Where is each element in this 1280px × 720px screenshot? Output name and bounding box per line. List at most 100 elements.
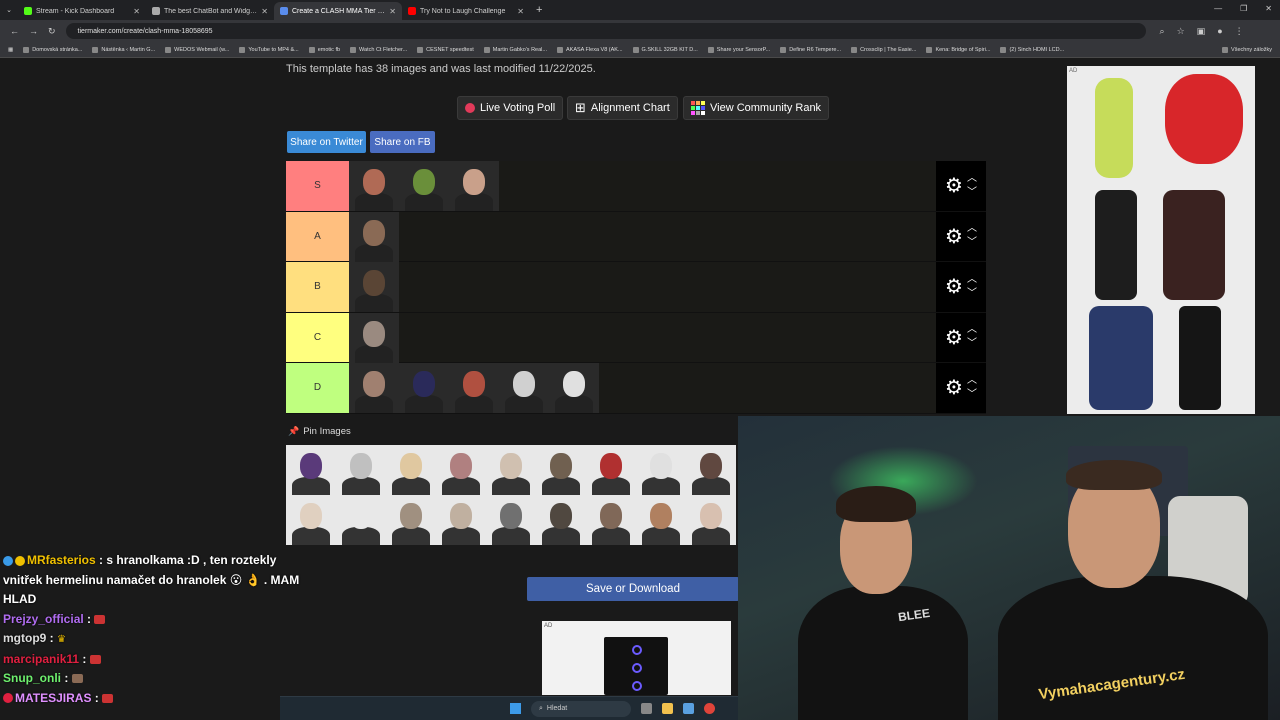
- chevron-up-icon[interactable]: ︿: [967, 375, 977, 386]
- fighter-image[interactable]: [386, 445, 436, 495]
- gear-icon[interactable]: ⚙: [945, 224, 963, 249]
- windows-start-icon[interactable]: [510, 703, 521, 714]
- bookmark[interactable]: Crossclip | The Easie...: [851, 46, 916, 53]
- bookmark[interactable]: Domovská stránka...: [23, 46, 82, 53]
- url-field[interactable]: tiermaker.com/create/clash-mma-18058695: [65, 23, 1146, 39]
- star-icon[interactable]: ☆: [1177, 26, 1185, 37]
- tier-items[interactable]: [349, 312, 936, 363]
- save-download-button[interactable]: Save or Download: [527, 577, 739, 601]
- tab-chatbot[interactable]: The best ChatBot and Widgets ✕: [146, 2, 274, 20]
- profile-icon[interactable]: ●: [1217, 26, 1222, 37]
- tier-label[interactable]: C: [286, 312, 349, 362]
- bookmark[interactable]: Kena: Bridge of Spiri...: [926, 46, 990, 53]
- chevron-down-icon[interactable]: ﹀: [967, 288, 977, 299]
- tier-label[interactable]: B: [286, 262, 349, 312]
- back-icon[interactable]: ←: [10, 26, 19, 37]
- maximize-icon[interactable]: ❐: [1240, 4, 1247, 13]
- gear-icon[interactable]: ⚙: [945, 325, 963, 350]
- taskbar-search[interactable]: ⌕ Hledat: [531, 700, 631, 717]
- fighter-image[interactable]: [349, 211, 399, 262]
- all-bookmarks[interactable]: Všechny záložky: [1222, 46, 1272, 53]
- tier-items[interactable]: [349, 211, 936, 262]
- fighter-image[interactable]: [436, 495, 486, 545]
- chrome-icon[interactable]: [704, 703, 715, 714]
- fighter-image[interactable]: [336, 445, 386, 495]
- tier-label[interactable]: S: [286, 161, 349, 211]
- close-window-icon[interactable]: ✕: [1265, 4, 1272, 13]
- fighter-image[interactable]: [536, 445, 586, 495]
- fighter-image[interactable]: [486, 495, 536, 545]
- close-tab-icon[interactable]: ✕: [389, 7, 396, 16]
- community-rank-button[interactable]: View Community Rank: [683, 96, 830, 120]
- chevron-down-icon[interactable]: ﹀: [967, 389, 977, 400]
- apps-icon[interactable]: ▦: [8, 47, 13, 53]
- bookmark[interactable]: G.SKILL 32GB KIT D...: [632, 46, 698, 53]
- bookmark[interactable]: CESNET speedtest: [417, 46, 474, 53]
- gear-icon[interactable]: ⚙: [945, 274, 963, 299]
- ad-banner-pc[interactable]: AD: [542, 621, 731, 695]
- fighter-image[interactable]: [686, 495, 736, 545]
- store-icon[interactable]: [683, 703, 694, 714]
- forward-icon[interactable]: →: [29, 26, 38, 37]
- gear-icon[interactable]: ⚙: [945, 375, 963, 400]
- fighter-image[interactable]: [286, 495, 336, 545]
- minimize-icon[interactable]: —: [1214, 4, 1222, 13]
- chevron-down-icon[interactable]: ﹀: [967, 238, 977, 248]
- fighter-image[interactable]: [349, 262, 399, 312]
- fighter-image[interactable]: [449, 161, 499, 211]
- extensions-icon[interactable]: ▣: [1197, 26, 1206, 37]
- tab-tiermaker[interactable]: Create a CLASH MMA Tier List ✕: [274, 2, 402, 20]
- fighter-image[interactable]: [349, 161, 399, 211]
- fighter-image[interactable]: [336, 495, 386, 545]
- tier-items[interactable]: [349, 363, 936, 413]
- fighter-image[interactable]: [586, 495, 636, 545]
- chevron-up-icon[interactable]: ︿: [967, 325, 977, 335]
- fighter-image[interactable]: [586, 445, 636, 495]
- bookmark[interactable]: AKASA Flexa V8 (AK...: [556, 46, 623, 53]
- fighter-image[interactable]: [386, 495, 436, 545]
- pin-images[interactable]: 📌 Pin Images: [288, 426, 351, 437]
- close-tab-icon[interactable]: ✕: [517, 7, 524, 16]
- alignment-chart-button[interactable]: ⊞ Alignment Chart: [567, 96, 678, 120]
- live-voting-button[interactable]: Live Voting Poll: [457, 96, 564, 120]
- tier-items[interactable]: [349, 262, 936, 312]
- chevron-down-icon[interactable]: ﹀: [967, 339, 977, 349]
- bookmark[interactable]: Watch Ct Fletcher...: [350, 46, 407, 53]
- bookmark[interactable]: Share your SensorP...: [707, 46, 770, 53]
- fighter-image[interactable]: [549, 363, 599, 413]
- bookmark[interactable]: Nástěnka ‹ Martin G...: [92, 46, 155, 53]
- tab-youtube[interactable]: Try Not to Laugh Challenge ✕: [402, 2, 530, 20]
- fighter-image[interactable]: [536, 495, 586, 545]
- close-tab-icon[interactable]: ✕: [133, 7, 140, 16]
- fighter-image[interactable]: [436, 445, 486, 495]
- reload-icon[interactable]: ↻: [48, 26, 56, 37]
- tab-kick-dashboard[interactable]: Stream - Kick Dashboard ✕: [18, 2, 146, 20]
- bookmark[interactable]: Martin Gabko's Real...: [483, 46, 547, 53]
- fighter-image[interactable]: [349, 312, 399, 363]
- task-view-icon[interactable]: [641, 703, 652, 714]
- fighter-image[interactable]: [636, 445, 686, 495]
- tab-search-button[interactable]: ⌄: [0, 0, 18, 20]
- tier-label[interactable]: A: [286, 211, 349, 261]
- chevron-up-icon[interactable]: ︿: [967, 224, 977, 234]
- share-fb-button[interactable]: Share on FB: [370, 131, 435, 153]
- chevron-down-icon[interactable]: ﹀: [967, 187, 977, 198]
- tier-items[interactable]: [349, 161, 936, 211]
- ad-banner-products[interactable]: AD: [1067, 66, 1255, 414]
- fighter-image[interactable]: [399, 363, 449, 413]
- close-tab-icon[interactable]: ✕: [261, 7, 268, 16]
- chevron-up-icon[interactable]: ︿: [967, 274, 977, 285]
- menu-icon[interactable]: ⋮: [1235, 26, 1244, 37]
- fighter-image[interactable]: [286, 445, 336, 495]
- share-twitter-button[interactable]: Share on Twitter: [287, 131, 366, 153]
- bookmark[interactable]: Define R6 Tempere...: [780, 46, 841, 53]
- new-tab-button[interactable]: +: [536, 4, 542, 16]
- bookmark[interactable]: YouTube to MP4 &...: [239, 46, 299, 53]
- fighter-image[interactable]: [636, 495, 686, 545]
- fighter-image[interactable]: [499, 363, 549, 413]
- folder-icon[interactable]: [662, 703, 673, 714]
- fighter-image[interactable]: [349, 363, 399, 413]
- gear-icon[interactable]: ⚙: [945, 173, 963, 198]
- fighter-image[interactable]: [399, 161, 449, 211]
- fighter-image[interactable]: [686, 445, 736, 495]
